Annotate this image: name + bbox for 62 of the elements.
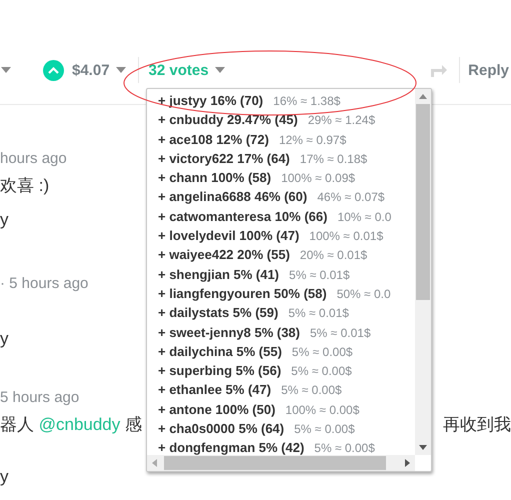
voter-entry[interactable]: + angelina6688 46% (60) bbox=[158, 189, 308, 204]
upvote-icon[interactable] bbox=[43, 60, 64, 80]
vote-value: 29% ≈ 1.24$ bbox=[308, 113, 376, 128]
author-name[interactable]: y bbox=[0, 466, 8, 488]
comment-time: hours ago bbox=[0, 149, 67, 169]
vote-value: 5% ≈ 0.00$ bbox=[291, 364, 352, 378]
voter-entry[interactable]: + chann 100% (58) bbox=[158, 170, 272, 186]
vote-value: 5% ≈ 0.01$ bbox=[310, 326, 371, 340]
vote-value: 10% ≈ 0.0 bbox=[337, 210, 392, 224]
comment-time: 5 hours ago bbox=[0, 388, 80, 408]
vote-value: 5% ≈ 0.00$ bbox=[281, 383, 342, 398]
scroll-down-icon[interactable] bbox=[419, 445, 427, 450]
reply-link[interactable]: Reply bbox=[468, 62, 509, 78]
author-name[interactable]: y bbox=[0, 328, 8, 350]
comment-text: 器人 @cnbuddy 感 bbox=[0, 414, 142, 436]
voter-entry[interactable]: + victory622 17% (64) bbox=[158, 150, 290, 166]
voter-entry[interactable]: + superbing 5% (56) bbox=[158, 363, 282, 378]
voter-entry[interactable]: + dailystats 5% (59) bbox=[158, 305, 278, 320]
voter-entry[interactable]: + liangfengyouren 50% (58) bbox=[158, 286, 327, 301]
scroll-thumb[interactable] bbox=[416, 104, 430, 300]
voter-entry[interactable]: + dongfengman 5% (42) bbox=[158, 440, 304, 455]
voter-entry[interactable]: + catwomanteresa 10% (66) bbox=[158, 208, 328, 224]
share-icon[interactable] bbox=[431, 63, 448, 77]
vote-value: 16% ≈ 1.38$ bbox=[273, 94, 340, 108]
scroll-left-icon[interactable] bbox=[152, 459, 157, 467]
comment-text: 欢喜 :) bbox=[0, 175, 50, 197]
vote-value: 20% ≈ 0.01$ bbox=[300, 248, 368, 262]
voter-entry[interactable]: + ethanlee 5% (47) bbox=[158, 382, 272, 398]
vote-value: 46% ≈ 0.07$ bbox=[317, 190, 385, 204]
voter-entry[interactable]: + lovelydevil 100% (47) bbox=[158, 228, 300, 244]
vote-value: 50% ≈ 0.0 bbox=[336, 286, 391, 301]
vote-value: 100% ≈ 0.09$ bbox=[281, 171, 356, 186]
scrollbar[interactable] bbox=[415, 89, 431, 455]
vote-value: 5% ≈ 0.00$ bbox=[292, 344, 353, 359]
vote-value: 17% ≈ 0.18$ bbox=[300, 152, 368, 166]
caret-icon[interactable] bbox=[1, 67, 11, 73]
voter-entry[interactable]: + antone 100% (50) bbox=[158, 402, 276, 417]
voter-entry[interactable]: + shengjian 5% (41) bbox=[158, 266, 280, 282]
vote-value: 5% ≈ 0.01$ bbox=[288, 306, 349, 320]
comment-time: · 5 hours ago bbox=[0, 274, 88, 294]
vote-value: 12% ≈ 0.97$ bbox=[278, 132, 346, 147]
voter-entry[interactable]: + waiyee422 20% (55) bbox=[158, 247, 290, 262]
vote-value: 5% ≈ 0.00$ bbox=[294, 422, 355, 436]
voter-entry[interactable]: + cnbuddy 29.47% (45) bbox=[158, 112, 298, 128]
scroll-up-icon[interactable] bbox=[419, 94, 427, 99]
caret-icon[interactable] bbox=[116, 67, 126, 73]
scroll-thumb[interactable] bbox=[164, 456, 386, 470]
caret-icon[interactable] bbox=[214, 67, 225, 73]
payout-amount[interactable]: $4.07 bbox=[72, 62, 110, 78]
voter-entry[interactable]: + sweet-jenny8 5% (38) bbox=[158, 324, 300, 340]
vote-value: 5% ≈ 0.00$ bbox=[314, 441, 375, 455]
voter-entry[interactable]: + dailychina 5% (55) bbox=[158, 344, 282, 359]
voter-entry[interactable]: + justyy 16% (70) bbox=[158, 93, 264, 108]
author-name[interactable]: y bbox=[0, 209, 8, 231]
voter-entry[interactable]: + cha0s0000 5% (64) bbox=[158, 421, 284, 436]
vote-value: 5% ≈ 0.01$ bbox=[289, 268, 350, 282]
comment-text: 再收到我 bbox=[443, 414, 511, 436]
vote-value: 100% ≈ 0.01$ bbox=[309, 229, 384, 244]
vote-value: 100% ≈ 0.00$ bbox=[285, 402, 360, 417]
scroll-right-icon[interactable] bbox=[405, 459, 410, 467]
voter-entry[interactable]: + ace108 12% (72) bbox=[158, 132, 269, 147]
scrollbar[interactable] bbox=[147, 455, 415, 471]
